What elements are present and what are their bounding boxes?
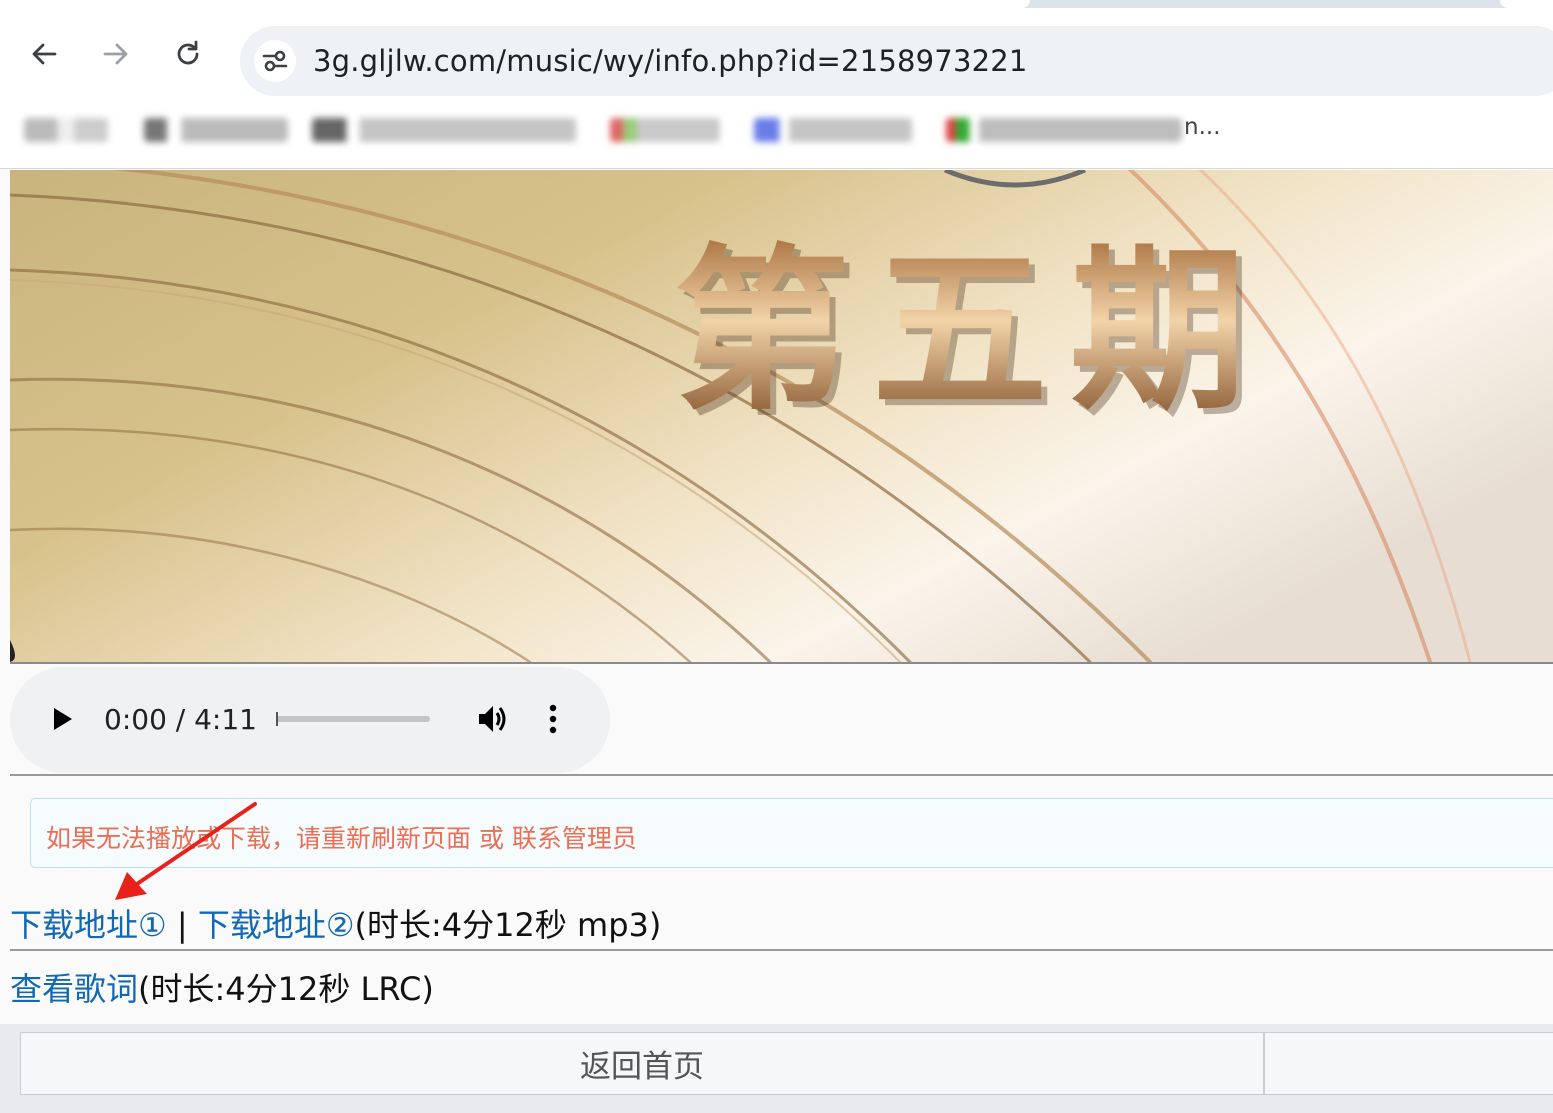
lyrics-info: (时长:4分12秒 LRC)	[138, 970, 434, 1008]
player-divider	[10, 774, 1553, 776]
download-divider	[10, 949, 1553, 951]
more-options-button[interactable]	[548, 703, 558, 739]
view-lyrics-link[interactable]: 查看歌词	[10, 970, 138, 1008]
album-cover-art: 第五期 第五期	[10, 170, 1553, 662]
tab-strip	[0, 0, 1553, 8]
link-separator: |	[166, 906, 198, 944]
cover-title: 第五期	[674, 229, 1268, 434]
seek-thumb[interactable]	[276, 712, 278, 726]
bookmark-item[interactable]	[144, 118, 288, 142]
bookmark-item[interactable]	[754, 118, 912, 142]
tune-icon	[262, 50, 288, 72]
bookmark-item[interactable]	[610, 118, 720, 142]
address-bar[interactable]: 3g.gljlw.com/music/wy/info.php?id=215897…	[240, 26, 1553, 96]
bookmark-overflow-text: n...	[1184, 114, 1221, 140]
bookmark-item[interactable]	[946, 118, 1182, 142]
cover-divider	[10, 662, 1553, 664]
volume-button[interactable]	[476, 703, 510, 739]
bookmark-item[interactable]	[312, 118, 576, 142]
bookmark-item[interactable]	[24, 118, 108, 142]
footer-secondary-button[interactable]	[1264, 1032, 1553, 1095]
reload-button[interactable]	[170, 36, 206, 72]
url-text[interactable]: 3g.gljlw.com/music/wy/info.php?id=215897…	[313, 44, 1028, 78]
audio-player[interactable]: 0:00 / 4:11	[10, 667, 610, 773]
more-vert-icon	[549, 704, 557, 734]
forward-button[interactable]	[98, 36, 134, 72]
tab-edge	[1500, 0, 1553, 8]
play-button[interactable]	[50, 705, 76, 737]
play-icon	[54, 708, 72, 730]
bookmarks-bar	[0, 100, 1553, 169]
time-display: 0:00 / 4:11	[104, 703, 257, 736]
active-tab[interactable]	[0, 0, 1030, 8]
download-link-1[interactable]: 下载地址①	[10, 906, 167, 944]
download-info: (时长:4分12秒 mp3)	[354, 906, 662, 944]
notice-box: 如果无法播放或下载，请重新刷新页面 或 联系管理员	[30, 798, 1553, 868]
back-button[interactable]	[26, 36, 62, 72]
back-to-home-button[interactable]: 返回首页	[20, 1032, 1264, 1095]
back-arrow-icon	[32, 43, 57, 65]
browser-toolbar: 3g.gljlw.com/music/wy/info.php?id=215897…	[0, 8, 1553, 100]
notice-text: 如果无法播放或下载，请重新刷新页面 或 联系管理员	[46, 824, 637, 853]
album-cover: 第五期 第五期	[10, 170, 1553, 662]
lyrics-row: 查看歌词(时长:4分12秒 LRC)	[10, 964, 434, 1010]
seek-slider[interactable]	[276, 716, 430, 722]
speaker-icon	[479, 706, 506, 732]
forward-arrow-icon	[103, 43, 128, 65]
footer-bar: 返回首页	[0, 1024, 1553, 1113]
reload-icon	[177, 40, 199, 65]
site-info-button[interactable]	[254, 40, 296, 82]
download-link-2[interactable]: 下载地址②	[198, 906, 355, 944]
download-row: 下载地址① | 下载地址②(时长:4分12秒 mp3)	[10, 900, 661, 946]
